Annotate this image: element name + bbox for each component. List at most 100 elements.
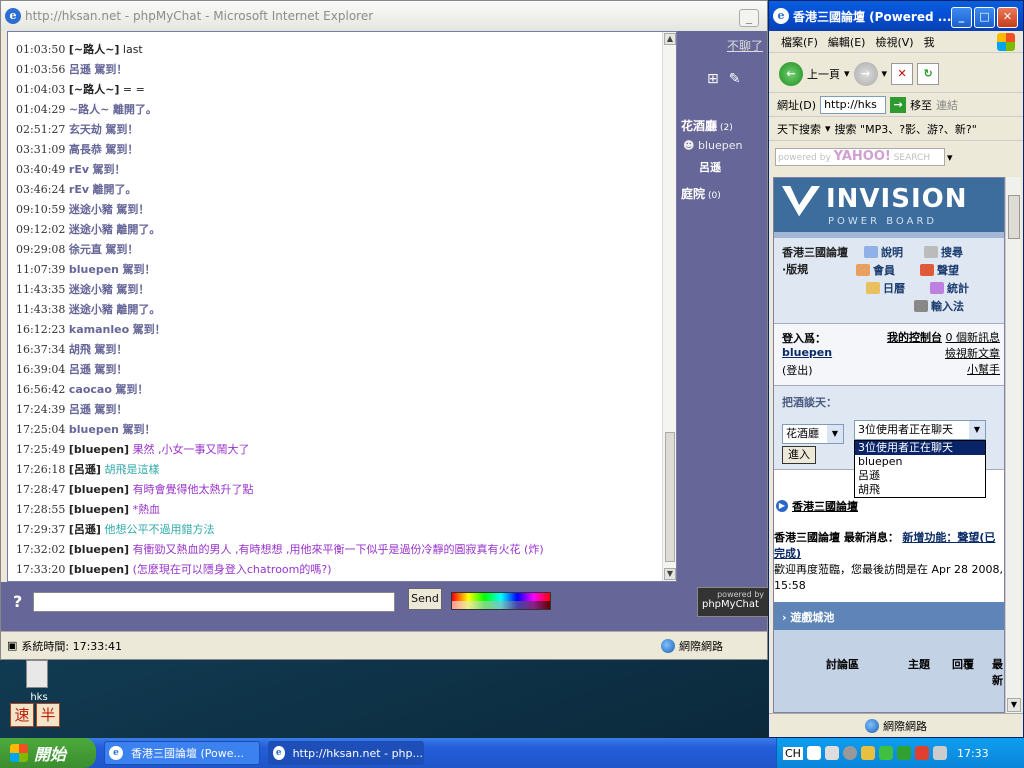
close-button[interactable]: ✕ bbox=[997, 7, 1018, 28]
volume-icon[interactable] bbox=[932, 746, 947, 760]
system-tray: CH 17:33 bbox=[776, 738, 1024, 768]
go-arrow-icon[interactable]: → bbox=[890, 96, 907, 113]
yahoo-dropdown-icon[interactable]: ▾ bbox=[947, 151, 953, 164]
back-icon[interactable]: ← bbox=[779, 61, 803, 86]
minimize-button[interactable]: _ bbox=[951, 7, 972, 28]
stop-icon[interactable]: ✕ bbox=[891, 62, 914, 85]
magnifier-icon bbox=[924, 246, 938, 258]
color-palette[interactable] bbox=[451, 592, 551, 610]
new-messages-link[interactable]: 0 個新訊息 bbox=[946, 331, 1001, 344]
forum-window: e 香港三國論壇 (Powered ... _ □ ✕ 檔案(F) 編輯(E) … bbox=[768, 0, 1024, 738]
help-icon[interactable] bbox=[824, 746, 839, 760]
maximize-button[interactable]: □ bbox=[974, 7, 995, 28]
ime-icon[interactable] bbox=[806, 746, 821, 760]
address-input[interactable]: http://hks bbox=[820, 95, 887, 114]
room-user-bluepen[interactable]: ☻ bluepen bbox=[683, 139, 742, 152]
desktop-file-icon[interactable] bbox=[26, 660, 48, 688]
calendar-link[interactable]: 日曆 bbox=[866, 280, 905, 296]
minimize-button[interactable]: _ bbox=[739, 9, 759, 27]
view-new-posts-link[interactable]: 檢視新文章 bbox=[945, 347, 1000, 360]
dropdown-option[interactable]: 胡飛 bbox=[855, 483, 985, 497]
logout-link[interactable]: (登出) bbox=[782, 362, 813, 378]
forum-title-link[interactable]: 香港三國論壇·版規 bbox=[782, 244, 852, 278]
members-link[interactable]: 會員 bbox=[856, 262, 895, 278]
shield-icon[interactable] bbox=[860, 746, 875, 760]
reputation-link[interactable]: 聲望 bbox=[920, 262, 959, 278]
message-input[interactable] bbox=[33, 592, 395, 612]
ime-speed-key[interactable]: 速 bbox=[10, 703, 34, 727]
chat-message: 03:46:24 rEv 離開了。 bbox=[16, 180, 660, 200]
input-method-link[interactable]: 輸入法 bbox=[914, 298, 964, 314]
alert-icon[interactable] bbox=[914, 746, 929, 760]
chat-window-titlebar[interactable]: e http://hksan.net - phpMyChat - Microso… bbox=[1, 1, 767, 31]
scroll-up-arrow[interactable]: ▲ bbox=[664, 33, 676, 45]
message-time: 03:46:24 bbox=[16, 183, 66, 196]
chat-message: 09:29:08 徐元直 駕到！ bbox=[16, 240, 660, 260]
forward-dropdown-icon[interactable]: ▾ bbox=[882, 67, 888, 80]
refresh-icon[interactable]: ↻ bbox=[917, 62, 940, 85]
network-icon[interactable] bbox=[878, 746, 893, 760]
users-select[interactable]: 3位使用者正在聊天 ▼ bbox=[854, 420, 986, 440]
send-button[interactable]: Send bbox=[408, 588, 442, 610]
menu-file[interactable]: 檔案(F) bbox=[781, 34, 818, 50]
message-time: 11:43:35 bbox=[16, 283, 66, 296]
message-nick: 迷途小豬 bbox=[68, 203, 113, 216]
ime-halfwidth-key[interactable]: 半 bbox=[36, 703, 60, 727]
username-link[interactable]: bluepen bbox=[782, 346, 832, 359]
yahoo-search-input[interactable]: powered by YAHOO! SEARCH bbox=[775, 148, 945, 166]
room-huajiuting[interactable]: 花酒廳 (2) bbox=[681, 117, 733, 134]
scroll-thumb[interactable] bbox=[665, 432, 675, 562]
forward-icon[interactable]: → bbox=[853, 61, 878, 86]
chat-scrollbar[interactable]: ▲ ▼ bbox=[662, 32, 676, 581]
clock[interactable]: 17:33 bbox=[957, 747, 989, 760]
control-panel-link[interactable]: 我的控制台 bbox=[887, 331, 942, 344]
room-tingyuan[interactable]: 庭院 (0) bbox=[681, 185, 721, 202]
users-dropdown-list: 3位使用者正在聊天 bluepen 呂遜 胡飛 bbox=[854, 440, 986, 498]
language-indicator[interactable]: CH bbox=[783, 746, 803, 760]
phpmychat-badge[interactable]: powered by phpMyChat bbox=[697, 587, 769, 617]
taskbar-item-forum[interactable]: e 香港三國論壇 (Powe... bbox=[104, 741, 260, 765]
expand-icon[interactable]: ⊞ bbox=[707, 71, 719, 87]
message-time: 11:43:38 bbox=[16, 303, 66, 316]
forum-scrollbar[interactable]: ▼ bbox=[1005, 177, 1021, 713]
enter-chat-button[interactable]: 進入 bbox=[782, 446, 816, 464]
news-header-link[interactable]: 香港三國論壇 bbox=[792, 498, 858, 514]
help-link[interactable]: 說明 bbox=[864, 244, 903, 260]
dropdown-option[interactable]: 3位使用者正在聊天 bbox=[855, 441, 985, 455]
scroll-down-arrow[interactable]: ▼ bbox=[664, 568, 676, 580]
help-icon[interactable]: ? bbox=[13, 592, 22, 611]
stats-link[interactable]: 統計 bbox=[930, 280, 969, 296]
ime-toolbar[interactable]: 速 半 bbox=[10, 703, 60, 727]
room-name: 庭院 bbox=[681, 187, 706, 201]
message-text: 離開了。 bbox=[116, 223, 161, 236]
scroll-thumb[interactable] bbox=[1008, 195, 1020, 239]
taskbar-item-chat[interactable]: e http://hksan.net - php... bbox=[268, 741, 424, 765]
search-link[interactable]: 搜尋 bbox=[924, 244, 963, 260]
back-dropdown-icon[interactable]: ▾ bbox=[844, 67, 850, 80]
arrow-left-icon[interactable] bbox=[842, 746, 857, 760]
messenger-icon[interactable] bbox=[896, 746, 911, 760]
back-button[interactable]: 上一頁 bbox=[807, 66, 840, 82]
menu-favorites[interactable]: 我 bbox=[924, 34, 935, 50]
room-select[interactable]: 花酒廳 ▼ bbox=[782, 424, 844, 444]
chat-message: 17:26:18 [呂遜] 胡飛是這樣 bbox=[16, 460, 660, 480]
go-button[interactable]: 移至 bbox=[910, 97, 932, 113]
menu-view[interactable]: 檢視(V) bbox=[875, 34, 913, 50]
scroll-down-arrow[interactable]: ▼ bbox=[1007, 698, 1021, 712]
search-engine-name[interactable]: 天下搜索 bbox=[777, 121, 821, 137]
search-input[interactable]: 搜索 "MP3、?影、游?、新?" bbox=[835, 121, 977, 137]
dropdown-option[interactable]: 呂遜 bbox=[855, 469, 985, 483]
exit-chat-link[interactable]: 不聊了 bbox=[727, 37, 763, 54]
tools-icon[interactable]: ✎ bbox=[729, 71, 741, 87]
chat-message: 16:12:23 kamanleo 駕到！ bbox=[16, 320, 660, 340]
links-button[interactable]: 連結 bbox=[936, 97, 958, 113]
room-user-lvxun[interactable]: 呂遜 bbox=[699, 159, 721, 175]
menu-edit[interactable]: 編輯(E) bbox=[828, 34, 866, 50]
helper-link[interactable]: 小幫手 bbox=[967, 363, 1000, 376]
message-time: 16:37:34 bbox=[16, 343, 66, 356]
start-button[interactable]: 開始 bbox=[0, 738, 96, 768]
forum-category-header[interactable]: › 遊戲城池 bbox=[774, 602, 1004, 630]
dropdown-option[interactable]: bluepen bbox=[855, 455, 985, 469]
message-nick: [bluepen] bbox=[68, 503, 130, 516]
search-dropdown-icon[interactable]: ▾ bbox=[825, 122, 831, 135]
